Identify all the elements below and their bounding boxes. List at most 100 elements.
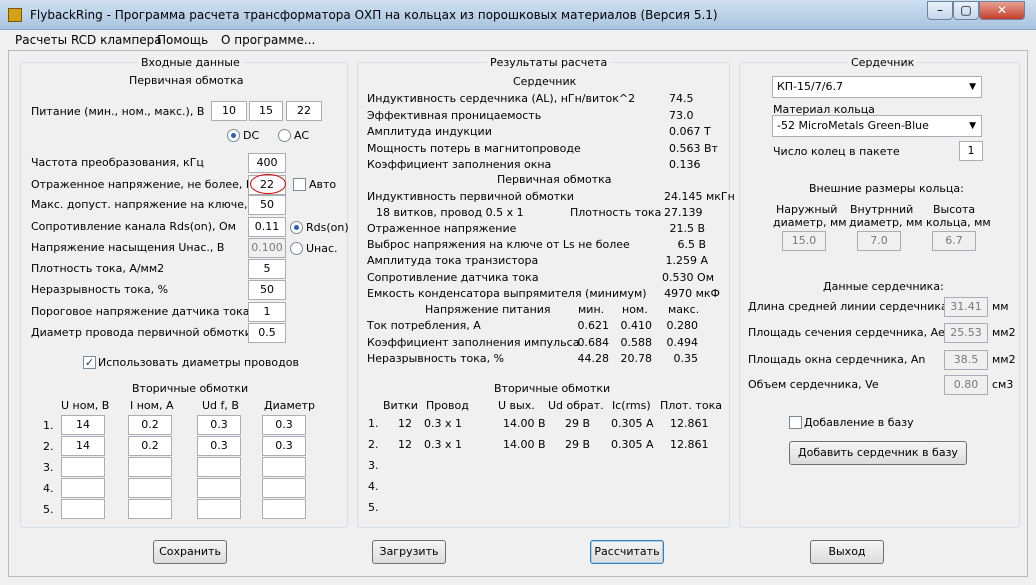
supply-min-input[interactable]: 10 bbox=[211, 101, 247, 121]
add-to-db-checkbox[interactable] bbox=[789, 416, 802, 429]
sec-row-number: 3. bbox=[43, 461, 54, 474]
exit-button[interactable]: Выход bbox=[810, 540, 884, 564]
core-result-label: Мощность потерь в магнитопроводе bbox=[367, 141, 581, 155]
usat-input[interactable]: 0.100 bbox=[248, 238, 286, 258]
sec-winding-input[interactable] bbox=[61, 499, 105, 519]
minimize-icon[interactable]: – bbox=[927, 1, 953, 20]
sec-header-u: U ном, В bbox=[61, 399, 110, 412]
core-result-value: 0.563 Вт bbox=[669, 141, 718, 155]
chevron-down-icon: ▼ bbox=[969, 121, 976, 131]
ac-radio[interactable] bbox=[278, 129, 291, 142]
sec-winding-input[interactable]: 0.2 bbox=[128, 436, 172, 456]
core-result-label: Индуктивность сердечника (AL), нГн/виток… bbox=[367, 92, 636, 105]
primary-result-value: 21.5 В bbox=[669, 222, 705, 235]
rds-input[interactable]: 0.11 bbox=[248, 217, 286, 237]
core-data-field: 25.53 bbox=[944, 323, 988, 343]
supply-result-label: Ток потребления, А bbox=[367, 319, 481, 332]
sec-winding-input[interactable] bbox=[262, 478, 306, 498]
close-icon[interactable]: ✕ bbox=[979, 1, 1025, 20]
material-select[interactable]: -52 MicroMetals Green-Blue ▼ bbox=[772, 115, 982, 137]
sec-winding-input[interactable] bbox=[61, 457, 105, 477]
add-to-db-label: Добавление в базу bbox=[804, 416, 914, 429]
use-diameters-checkbox[interactable]: ✓ bbox=[83, 356, 96, 369]
menu-help[interactable]: Помощь bbox=[157, 33, 208, 47]
sec-result-cell: 12.861 bbox=[670, 417, 709, 430]
supply-nom-input[interactable]: 15 bbox=[249, 101, 283, 121]
menu-about[interactable]: О программе... bbox=[221, 33, 315, 47]
core-result-label: Коэффициент заполнения окна bbox=[367, 158, 552, 171]
dims-title: Внешние размеры кольца: bbox=[809, 182, 964, 195]
prim-inductance-label: Индуктивность первичной обмотки bbox=[367, 190, 574, 203]
sec-winding-input[interactable]: 0.3 bbox=[262, 415, 306, 435]
supply-result-value: 20.78 bbox=[620, 352, 653, 365]
core-data-label: Площадь сечения сердечника, Ae bbox=[748, 326, 945, 339]
sec-winding-input[interactable]: 0.3 bbox=[262, 436, 306, 456]
sec-winding-input[interactable] bbox=[128, 457, 172, 477]
primary-result-label: Емкость конденсатора выпрямителя (миниму… bbox=[367, 286, 647, 300]
core-select[interactable]: КП-15/7/6.7 ▼ bbox=[772, 76, 982, 98]
sec-winding-input[interactable] bbox=[197, 457, 241, 477]
add-core-button[interactable]: Добавить сердечник в базу bbox=[789, 441, 967, 465]
supply-max-input[interactable]: 22 bbox=[286, 101, 322, 121]
max-switch-voltage-label: Макс. допуст. напряжение на ключе, В bbox=[31, 198, 259, 211]
maximize-icon[interactable]: ▢ bbox=[953, 1, 979, 20]
sec-result-header: Провод bbox=[426, 399, 469, 412]
sec-row-number: 2. bbox=[43, 440, 54, 453]
sec-winding-input[interactable] bbox=[262, 457, 306, 477]
sec-winding-input[interactable]: 14 bbox=[61, 436, 105, 456]
sec-winding-input[interactable]: 0.2 bbox=[128, 415, 172, 435]
primary-wire-diam-input[interactable]: 0.5 bbox=[248, 323, 286, 343]
sec-result-header: Плот. тока bbox=[660, 399, 722, 412]
sense-threshold-label: Пороговое напряжение датчика тока, В bbox=[31, 305, 265, 318]
sec-header-diam: Диаметр bbox=[264, 399, 315, 412]
sec-winding-input[interactable] bbox=[128, 478, 172, 498]
secondary-windings-title: Вторичные обмотки bbox=[132, 382, 249, 395]
rds-label: Сопротивление канала Rds(on), Ом bbox=[31, 220, 236, 233]
sec-winding-input[interactable] bbox=[61, 478, 105, 498]
calculate-button[interactable]: Рассчитать bbox=[590, 540, 664, 564]
sec-winding-input[interactable] bbox=[197, 478, 241, 498]
dc-radio[interactable] bbox=[227, 129, 240, 142]
primary-result-label: Сопротивление датчика тока bbox=[367, 270, 539, 284]
sec-winding-input[interactable] bbox=[197, 499, 241, 519]
reflected-voltage-label: Отраженное напряжение, не более, В bbox=[31, 178, 254, 191]
load-button[interactable]: Загрузить bbox=[372, 540, 446, 564]
sec-result-cell: 29 В bbox=[565, 438, 591, 451]
continuity-input[interactable]: 50 bbox=[248, 280, 286, 300]
current-density-input[interactable]: 5 bbox=[248, 259, 286, 279]
rds-radio[interactable] bbox=[290, 221, 303, 234]
sec-result-cell: 0.3 x 1 bbox=[424, 438, 462, 451]
sec-result-header: Ic(rms) bbox=[612, 399, 651, 412]
core-data-unit: см3 bbox=[992, 378, 1014, 391]
rings-input[interactable]: 1 bbox=[959, 141, 983, 161]
menu-rcd-clamper[interactable]: Расчеты RCD клампера bbox=[15, 33, 162, 47]
core-data-label: Длина средней линии сердечника, le bbox=[748, 300, 965, 313]
max-switch-voltage-input[interactable]: 50 bbox=[248, 195, 286, 215]
supply-col-max: макс. bbox=[668, 303, 700, 316]
sense-threshold-input[interactable]: 1 bbox=[248, 302, 286, 322]
inner-diam-field: 7.0 bbox=[857, 231, 901, 251]
save-button[interactable]: Сохранить bbox=[153, 540, 227, 564]
primary-result-value: 0.530 Ом bbox=[662, 270, 714, 284]
freq-label: Частота преобразования, кГц bbox=[31, 156, 204, 169]
core-data-unit: мм2 bbox=[992, 326, 1016, 339]
height-field: 6.7 bbox=[932, 231, 976, 251]
sec-winding-input[interactable]: 0.3 bbox=[197, 436, 241, 456]
sec-winding-input[interactable]: 0.3 bbox=[197, 415, 241, 435]
auto-checkbox[interactable] bbox=[293, 178, 306, 191]
supply-result-value: 0.494 bbox=[666, 335, 699, 349]
height-label-1: Высота bbox=[933, 203, 976, 216]
density-label: Плотность тока bbox=[570, 206, 662, 219]
auto-label: Авто bbox=[309, 178, 337, 191]
freq-input[interactable]: 400 bbox=[248, 153, 286, 173]
primary-result-label: Отраженное напряжение bbox=[367, 222, 517, 235]
sec-result-number: 3. bbox=[368, 459, 379, 472]
window-title: FlybackRing - Программа расчета трансфор… bbox=[30, 8, 718, 22]
sec-winding-input[interactable]: 14 bbox=[61, 415, 105, 435]
prim-inductance-value: 24.145 мкГн bbox=[664, 190, 735, 203]
sec-winding-input[interactable] bbox=[262, 499, 306, 519]
core-result-value: 0.136 bbox=[669, 158, 701, 171]
menu-bar: Расчеты RCD клампера Помощь О программе.… bbox=[8, 30, 1028, 50]
sec-winding-input[interactable] bbox=[128, 499, 172, 519]
usat-radio[interactable] bbox=[290, 242, 303, 255]
